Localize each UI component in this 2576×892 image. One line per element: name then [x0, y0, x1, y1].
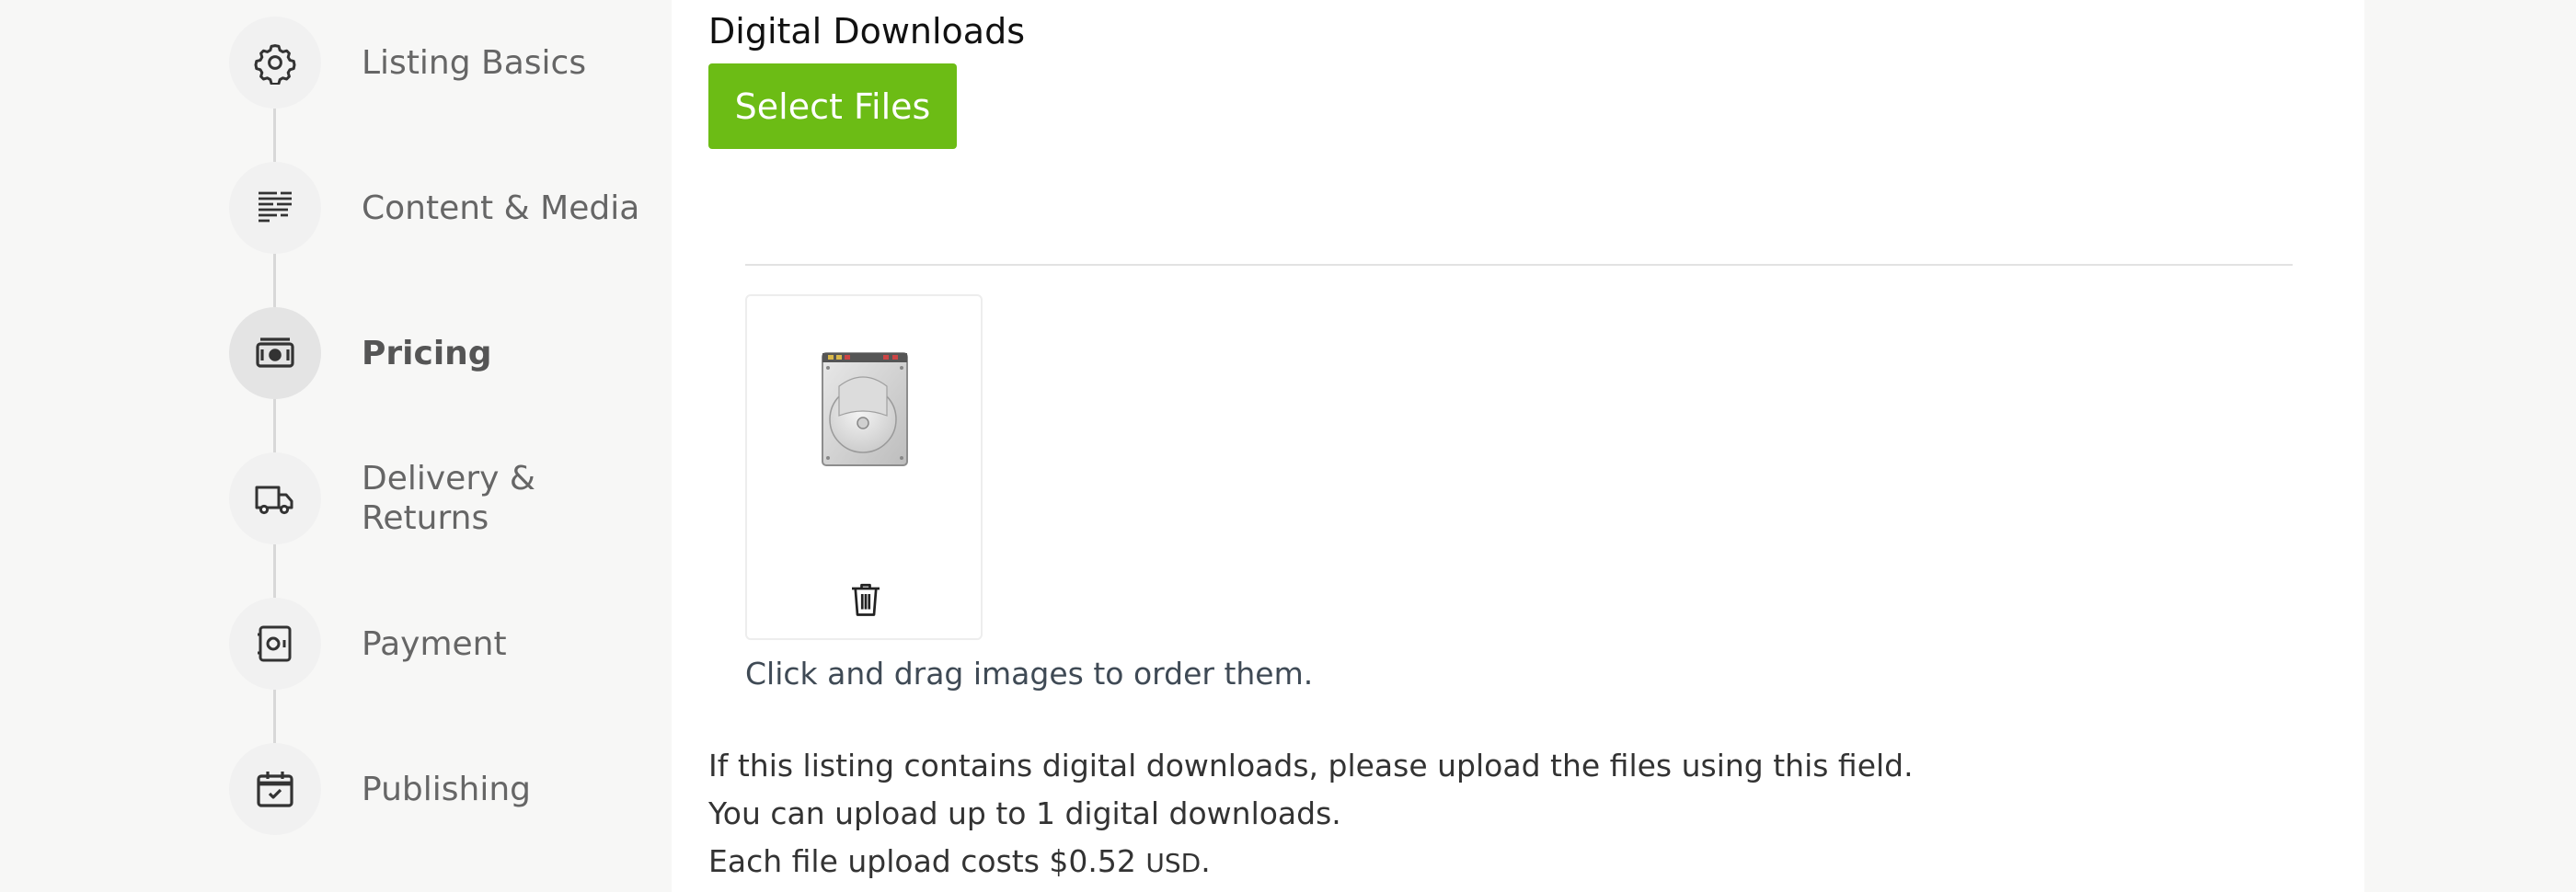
calendar-check-icon [257, 772, 293, 807]
select-files-button[interactable]: Select Files [708, 63, 957, 149]
money-icon [256, 337, 294, 368]
step-connector [273, 109, 276, 162]
cost-suffix: . [1201, 843, 1211, 879]
hard-drive-icon [822, 352, 908, 466]
file-card[interactable] [745, 294, 983, 640]
step-circle [229, 307, 321, 399]
sidebar-item-pricing[interactable]: Pricing [229, 307, 661, 399]
step-circle [229, 452, 321, 544]
step-connector [273, 254, 276, 307]
cost-text: Each file upload costs $0.52 [708, 843, 1136, 879]
sidebar-item-label: Listing Basics [362, 43, 587, 82]
safe-icon [258, 625, 292, 662]
text-lines-icon [259, 191, 292, 223]
gear-icon [254, 44, 296, 85]
step-connector [273, 399, 276, 452]
step-connector [273, 544, 276, 598]
step-circle [229, 598, 321, 690]
sidebar-item-label: Delivery & Returns [362, 460, 535, 537]
currency-code: USD [1145, 848, 1202, 878]
main-panel: Digital Downloads Select Files Click and… [672, 0, 2364, 892]
step-circle [229, 743, 321, 835]
reorder-hint: Click and drag images to order them. [745, 656, 1314, 692]
sidebar-item-listing-basics[interactable]: Listing Basics [229, 17, 661, 109]
truck-icon [255, 486, 293, 515]
sidebar-item-label: Content & Media [362, 189, 640, 227]
sidebar-steps: Listing Basics Content & Media Pricing D… [0, 0, 672, 892]
sidebar-item-publishing[interactable]: Publishing [229, 743, 661, 835]
info-line: If this listing contains digital downloa… [708, 748, 1914, 783]
step-circle [229, 17, 321, 109]
step-circle [229, 162, 321, 254]
sidebar-item-delivery-returns[interactable]: Delivery & Returns [229, 452, 661, 544]
divider [745, 264, 2293, 266]
info-line-cost: Each file upload costs $0.52 USD. [708, 843, 1211, 879]
sidebar-item-label: Payment [362, 624, 507, 663]
info-line: You can upload up to 1 digital downloads… [708, 795, 1341, 831]
step-connector [273, 690, 276, 743]
trash-icon[interactable] [849, 581, 882, 618]
sidebar-item-content-media[interactable]: Content & Media [229, 162, 661, 254]
section-title: Digital Downloads [708, 11, 1026, 51]
sidebar-item-label: Publishing [362, 770, 531, 808]
sidebar-item-label: Pricing [362, 334, 492, 372]
sidebar-item-payment[interactable]: Payment [229, 598, 661, 690]
